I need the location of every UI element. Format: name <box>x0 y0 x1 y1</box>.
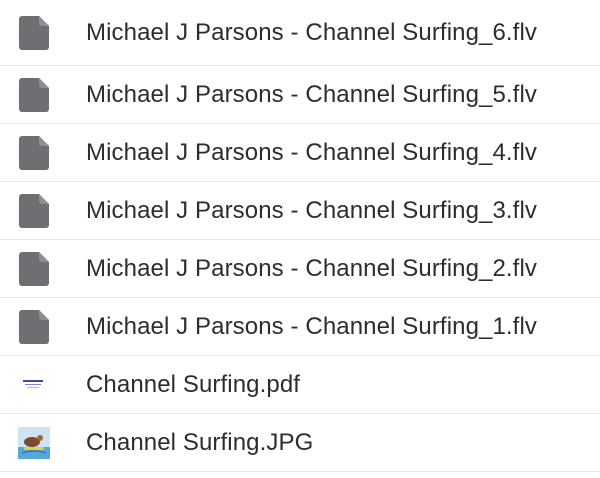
generic-file-icon <box>0 124 68 181</box>
file-name: Channel Surfing.JPG <box>86 428 314 456</box>
file-name: Michael J Parsons - Channel Surfing_2.fl… <box>86 254 537 282</box>
generic-file-icon <box>0 182 68 239</box>
file-name: Michael J Parsons - Channel Surfing_5.fl… <box>86 80 537 108</box>
file-row[interactable]: Michael J Parsons - Channel Surfing_6.fl… <box>0 0 600 66</box>
pdf-thumbnail-icon <box>0 356 68 413</box>
file-row[interactable]: Channel Surfing.pdf <box>0 356 600 414</box>
file-row[interactable]: Michael J Parsons - Channel Surfing_4.fl… <box>0 124 600 182</box>
file-row[interactable]: Channel Surfing.JPG <box>0 414 600 472</box>
generic-file-icon <box>0 240 68 297</box>
file-row[interactable]: Michael J Parsons - Channel Surfing_1.fl… <box>0 298 600 356</box>
generic-file-icon <box>0 298 68 355</box>
generic-file-icon <box>0 66 68 123</box>
file-row[interactable]: Michael J Parsons - Channel Surfing_2.fl… <box>0 240 600 298</box>
file-name: Channel Surfing.pdf <box>86 370 301 398</box>
file-name: Michael J Parsons - Channel Surfing_3.fl… <box>86 196 537 224</box>
file-name: Michael J Parsons - Channel Surfing_4.fl… <box>86 138 537 166</box>
file-row[interactable]: Michael J Parsons - Channel Surfing_5.fl… <box>0 66 600 124</box>
file-name: Michael J Parsons - Channel Surfing_1.fl… <box>86 312 537 340</box>
generic-file-icon <box>0 0 68 65</box>
image-thumbnail-icon <box>0 414 68 471</box>
file-list: Michael J Parsons - Channel Surfing_6.fl… <box>0 0 600 478</box>
file-row[interactable]: Michael J Parsons - Channel Surfing_3.fl… <box>0 182 600 240</box>
file-name: Michael J Parsons - Channel Surfing_6.fl… <box>86 18 537 46</box>
